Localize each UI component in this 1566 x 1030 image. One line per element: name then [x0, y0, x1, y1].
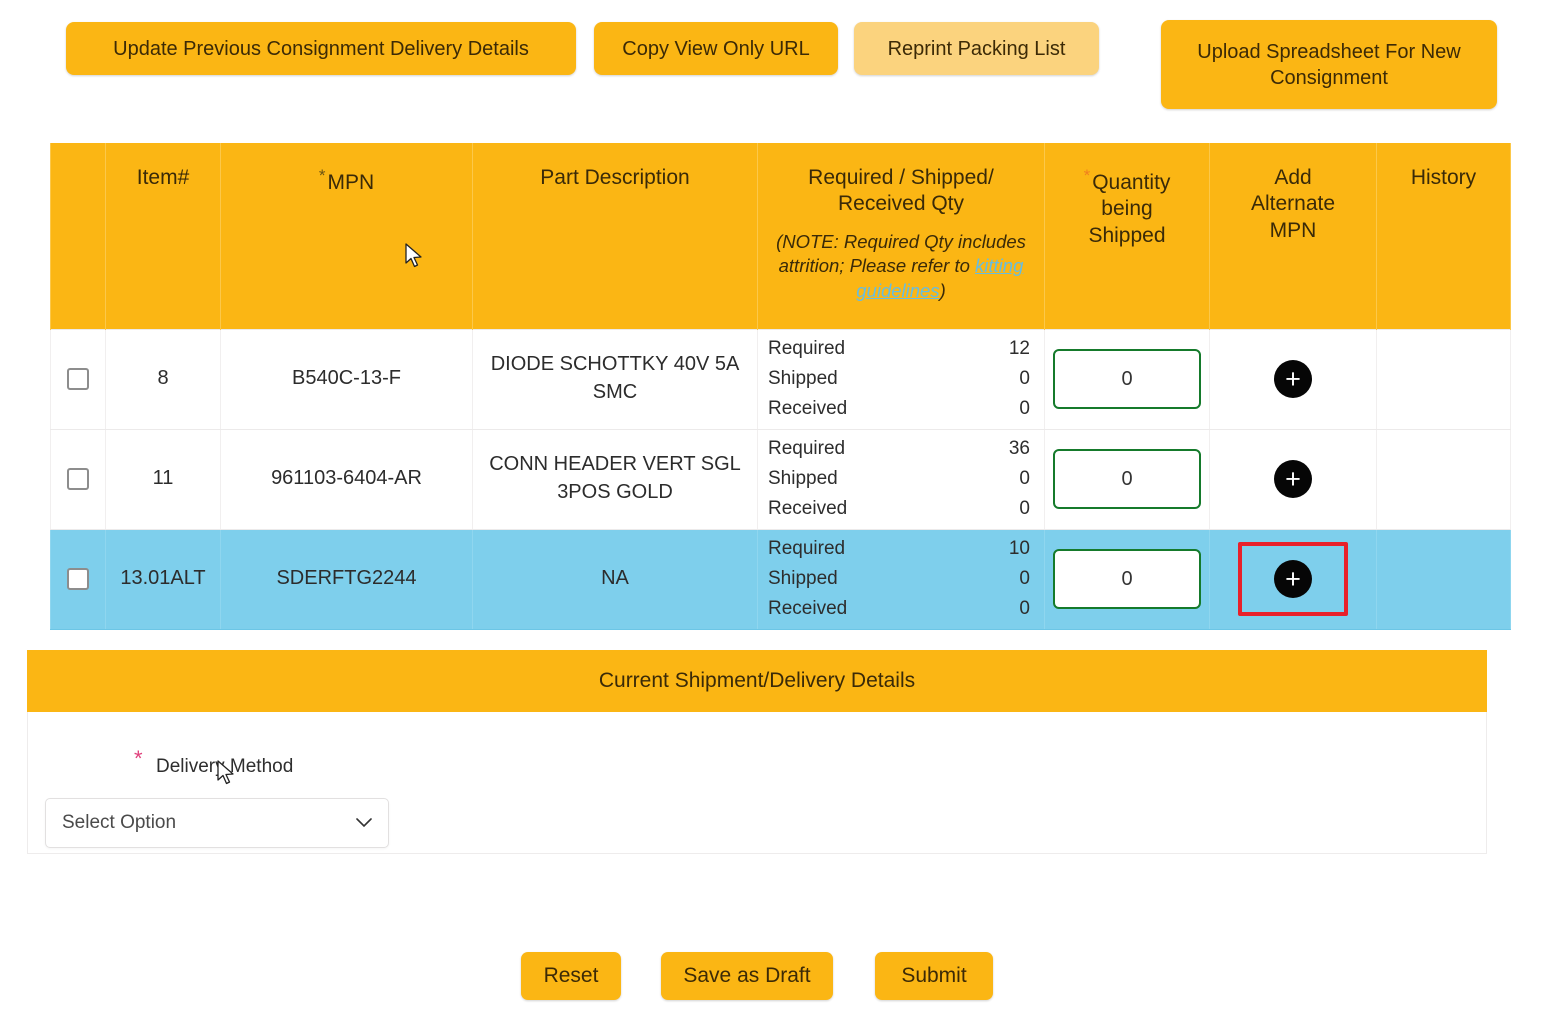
header-required-shipped-received-qty: Required / Shipped/ Received Qty (NOTE: … — [757, 143, 1045, 329]
header-add-alternate-mpn: Add Alternate MPN — [1209, 143, 1377, 329]
row-checkbox[interactable] — [67, 567, 89, 590]
header-part-description: Part Description — [472, 143, 758, 329]
qty-shipped-value: 0 — [1019, 367, 1030, 389]
row-select-cell — [50, 328, 106, 430]
current-shipment-delivery-details-panel: Current Shipment/Delivery Details * Deliv… — [27, 650, 1487, 854]
header-select-all — [50, 143, 106, 329]
panel-body: * Delivery Method Select Option — [27, 712, 1487, 854]
copy-view-only-url-button[interactable]: Copy View Only URL — [594, 22, 838, 75]
add-alternate-mpn-focus-ring: + — [1274, 460, 1312, 498]
update-previous-consignment-delivery-details-button[interactable]: Update Previous Consignment Delivery Det… — [66, 22, 576, 75]
cell-item-number: 8 — [105, 328, 221, 430]
qty-received-value: 0 — [1019, 398, 1030, 420]
table-row: 11 961103-6404-AR CONN HEADER VERT SGL 3PO… — [50, 428, 1511, 530]
cell-mpn: B540C-13-F — [220, 328, 473, 430]
cell-item-number: 13.01ALT — [105, 528, 221, 630]
cell-part-description: NA — [472, 528, 758, 630]
header-shipping-line1: Quantity — [1092, 171, 1171, 194]
qty-shipped-value: 0 — [1019, 567, 1030, 589]
qty-shipped-value: 0 — [1019, 467, 1030, 489]
cell-qty-summary: Required 12 Shipped 0 Received 0 — [757, 328, 1045, 430]
table-row: 8 B540C-13-F DIODE SCHOTTKY 40V 5A SMC Requ… — [50, 328, 1511, 430]
qty-received-label: Received — [768, 398, 848, 420]
row-select-cell — [50, 528, 106, 630]
reset-button[interactable]: Reset — [521, 952, 621, 1000]
header-item-number: Item# — [105, 143, 221, 329]
row-select-cell — [50, 428, 106, 530]
cell-qty-summary: Required 36 Shipped 0 Received 0 — [757, 428, 1045, 530]
add-alternate-mpn-button[interactable]: + — [1274, 460, 1312, 498]
qty-required-value: 12 — [1008, 337, 1030, 359]
upload-spreadsheet-for-new-consignment-button[interactable]: Upload Spreadsheet For New Consignment — [1161, 20, 1497, 109]
cell-quantity-being-shipped: 0 — [1044, 528, 1210, 630]
page-root: Update Previous Consignment Delivery Det… — [0, 0, 1566, 1030]
panel-title: Current Shipment/Delivery Details — [27, 650, 1487, 712]
top-toolbar: Update Previous Consignment Delivery Det… — [0, 0, 1566, 128]
quantity-being-shipped-input[interactable]: 0 — [1053, 549, 1201, 609]
qty-received-label: Received — [768, 598, 848, 620]
header-history: History — [1376, 143, 1511, 329]
cell-quantity-being-shipped: 0 — [1044, 328, 1210, 430]
cell-part-description: CONN HEADER VERT SGL 3POS GOLD — [472, 428, 758, 530]
delivery-method-required-asterisk: * — [134, 746, 143, 771]
quantity-being-shipped-input[interactable]: 0 — [1053, 449, 1201, 509]
add-alternate-mpn-button[interactable]: + — [1274, 360, 1312, 398]
header-mpn-label: MPN — [327, 171, 375, 194]
qty-required-value: 36 — [1008, 437, 1030, 459]
save-as-draft-button[interactable]: Save as Draft — [661, 952, 833, 1000]
quantity-being-shipped-input[interactable]: 0 — [1053, 349, 1201, 409]
qty-required-label: Required — [768, 437, 846, 459]
add-alternate-mpn-focus-ring: + — [1238, 542, 1348, 616]
row-checkbox[interactable] — [67, 467, 89, 490]
cell-add-alternate-mpn: + — [1209, 528, 1377, 630]
header-quantity-being-shipped: *Quantity being Shipped — [1044, 143, 1210, 329]
cell-item-number: 11 — [105, 428, 221, 530]
table-row: 13.01ALT SDERFTG2244 NA Required 10 Shipped 0 R… — [50, 528, 1511, 630]
qty-shipped-label: Shipped — [768, 567, 838, 589]
cell-mpn: 961103-6404-AR — [220, 428, 473, 530]
qty-shipped-label: Shipped — [768, 467, 838, 489]
qty-received-value: 0 — [1019, 598, 1030, 620]
cell-part-description: DIODE SCHOTTKY 40V 5A SMC — [472, 328, 758, 430]
qty-required-value: 10 — [1008, 537, 1030, 559]
reprint-packing-list-button[interactable]: Reprint Packing List — [854, 22, 1099, 75]
header-qty-note: (NOTE: Required Qty includes attrition; … — [764, 230, 1038, 305]
qty-received-label: Received — [768, 498, 848, 520]
submit-button[interactable]: Submit — [875, 952, 993, 1000]
add-alternate-mpn-button[interactable]: + — [1274, 560, 1312, 598]
mpn-required-asterisk: * — [318, 166, 326, 185]
header-alt-line3: MPN — [1269, 218, 1317, 242]
quantity-required-asterisk: * — [1083, 166, 1091, 185]
header-mpn: *MPN — [220, 143, 473, 329]
qty-received-value: 0 — [1019, 498, 1030, 520]
header-qty-line2: Received Qty — [837, 192, 965, 216]
header-shipping-line3: Shipped — [1088, 223, 1166, 247]
cell-mpn: SDERFTG2244 — [220, 528, 473, 630]
header-alt-line2: Alternate — [1250, 192, 1336, 216]
table-header-row: Item# *MPN Part Description Required / S… — [50, 143, 1511, 329]
header-shipping-line2: being — [1101, 197, 1153, 221]
cell-history — [1376, 328, 1511, 430]
qty-note-suffix: ) — [939, 280, 946, 302]
chevron-down-icon — [356, 815, 372, 832]
row-checkbox[interactable] — [67, 367, 89, 390]
cell-qty-summary: Required 10 Shipped 0 Received 0 — [757, 528, 1045, 630]
qty-required-label: Required — [768, 537, 846, 559]
cell-quantity-being-shipped: 0 — [1044, 428, 1210, 530]
cell-history — [1376, 528, 1511, 630]
delivery-method-select[interactable]: Select Option — [45, 798, 389, 848]
header-qty-line1: Required / Shipped/ — [808, 166, 994, 189]
header-alt-line1: Add — [1274, 166, 1312, 189]
delivery-method-label: Delivery Method — [156, 756, 294, 777]
cell-history — [1376, 428, 1511, 530]
qty-shipped-label: Shipped — [768, 367, 838, 389]
qty-required-label: Required — [768, 337, 846, 359]
cell-add-alternate-mpn: + — [1209, 328, 1377, 430]
add-alternate-mpn-focus-ring: + — [1274, 360, 1312, 398]
delivery-method-selected-value: Select Option — [62, 812, 177, 833]
table-body: 8 B540C-13-F DIODE SCHOTTKY 40V 5A SMC Requ… — [50, 328, 1511, 630]
delivery-method-label-wrap: * Delivery Method — [134, 746, 294, 778]
cell-add-alternate-mpn: + — [1209, 428, 1377, 530]
consignment-items-table: Item# *MPN Part Description Required / S… — [50, 143, 1511, 630]
